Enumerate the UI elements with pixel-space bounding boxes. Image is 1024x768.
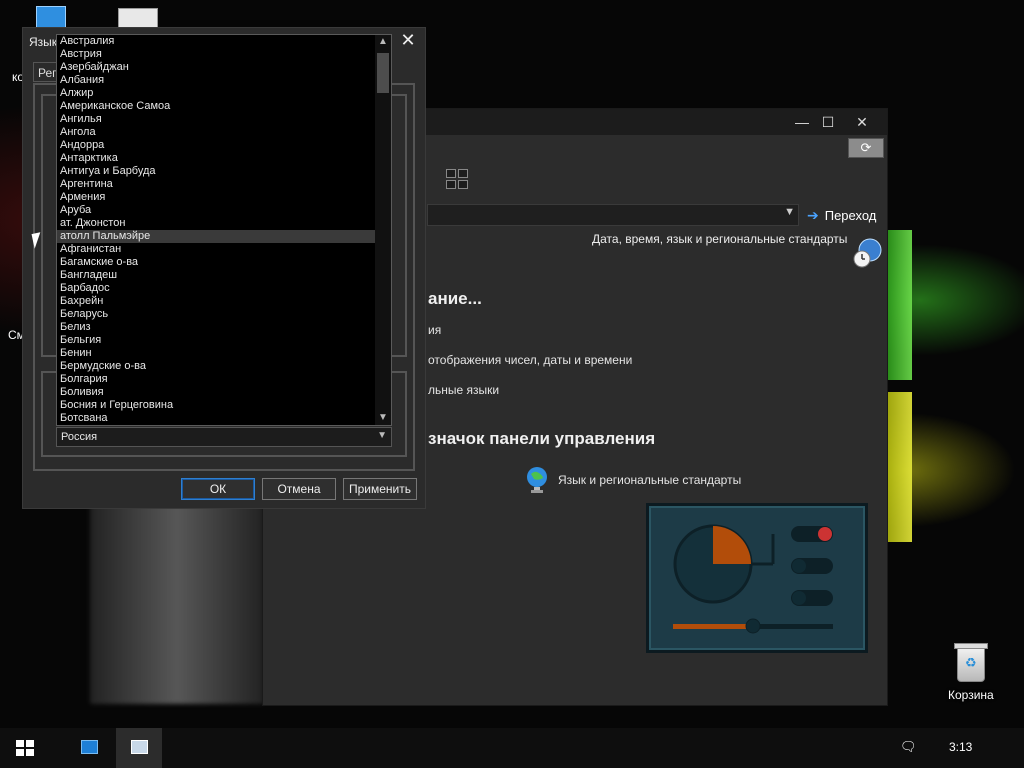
dropdown-item[interactable]: Бахрейн	[57, 295, 391, 308]
chevron-down-icon[interactable]: ▼	[377, 430, 387, 441]
dropdown-item[interactable]: Антигуа и Барбуда	[57, 165, 391, 178]
dropdown-item[interactable]: Антарктика	[57, 152, 391, 165]
scroll-up-icon[interactable]: ▲	[375, 35, 391, 49]
dropdown-item[interactable]: Барбадос	[57, 282, 391, 295]
dropdown-item[interactable]: Ангилья	[57, 113, 391, 126]
dropdown-item[interactable]: Болгария	[57, 373, 391, 386]
desktop-icon-recycle-bin[interactable]: ♻ Корзина	[948, 640, 994, 702]
dropdown-item[interactable]: атолл Пальмэйре	[57, 230, 391, 243]
section-heading: значок панели управления	[428, 429, 656, 448]
scroll-down-icon[interactable]: ▼	[375, 411, 391, 425]
clock-globe-icon	[853, 238, 882, 268]
country-dropdown-list[interactable]: Австралия Австрия Азербайджан Албания Алжир А…	[56, 34, 392, 426]
clock[interactable]: 3:13	[949, 740, 972, 754]
dropdown-item[interactable]: Азербайджан	[57, 61, 391, 74]
region-link[interactable]: Язык и региональные стандарты	[558, 473, 741, 487]
dropdown-item[interactable]: Бермудские о-ва	[57, 360, 391, 373]
dropdown-item[interactable]: Боливия	[57, 386, 391, 399]
wallpaper-yellow-pane	[888, 392, 912, 542]
ok-button[interactable]: ОК	[181, 478, 255, 500]
dropdown-item[interactable]: Австралия	[57, 35, 391, 48]
dropdown-item[interactable]: Босния и Герцеговина	[57, 399, 391, 412]
dropdown-item[interactable]: Ботсвана	[57, 412, 391, 425]
dropdown-item[interactable]: Бенин	[57, 347, 391, 360]
recycle-bin-icon: ♻	[952, 640, 990, 684]
control-panel-taskbar-icon	[131, 740, 148, 754]
recycle-bin-label: Корзина	[948, 688, 994, 702]
dropdown-item[interactable]: ат. Джонстон	[57, 217, 391, 230]
dropdown-item[interactable]: Американское Самоа	[57, 100, 391, 113]
control-panel-illustration	[646, 503, 868, 653]
scrollbar-thumb[interactable]	[377, 53, 389, 93]
dropdown-item[interactable]: Белиз	[57, 321, 391, 334]
close-icon[interactable]: ✕	[847, 112, 877, 132]
dropdown-item[interactable]: Бельгия	[57, 334, 391, 347]
address-bar[interactable]: ▼	[427, 204, 799, 226]
control-panel-icon	[118, 8, 158, 28]
dialog-title: Язык	[29, 35, 58, 49]
start-button[interactable]	[16, 740, 34, 756]
country-select-value: Россия	[61, 431, 98, 443]
dropdown-items: Австралия Австрия Азербайджан Албания Алжир А…	[57, 35, 391, 425]
close-icon[interactable]: ✕	[393, 28, 423, 52]
dropdown-item[interactable]: Албания	[57, 74, 391, 87]
country-select[interactable]: Россия ▼	[56, 427, 392, 447]
wallpaper-green-pane	[888, 230, 912, 380]
dropdown-item[interactable]: Аргентина	[57, 178, 391, 191]
breadcrumb[interactable]: Дата, время, язык и региональные стандар…	[592, 232, 847, 246]
dropdown-item[interactable]: Беларусь	[57, 308, 391, 321]
dropdown-item[interactable]: Ангола	[57, 126, 391, 139]
page-heading: ание...	[428, 289, 482, 308]
globe-icon	[527, 467, 547, 493]
chevron-down-icon[interactable]: ▼	[784, 206, 795, 218]
dropdown-item[interactable]: Армения	[57, 191, 391, 204]
task-link-2[interactable]: отображения чисел, даты и времени	[428, 353, 632, 367]
cancel-button[interactable]: Отмена	[262, 478, 336, 500]
dropdown-item[interactable]: Андорра	[57, 139, 391, 152]
taskbar-app-explorer[interactable]	[66, 728, 112, 768]
refresh-button[interactable]: ⟳	[848, 138, 884, 158]
go-label: Переход	[824, 207, 877, 223]
arrow-right-icon: ➔	[807, 206, 819, 223]
dropdown-item[interactable]: Афганистан	[57, 243, 391, 256]
computer-icon	[36, 6, 66, 28]
dropdown-item[interactable]: Бангладеш	[57, 269, 391, 282]
dropdown-item[interactable]: Австрия	[57, 48, 391, 61]
scrollbar[interactable]: ▲ ▼	[375, 35, 391, 425]
taskbar: 🗨 3:13	[0, 728, 1024, 768]
apply-button[interactable]: Применить	[343, 478, 417, 500]
taskbar-app-control-panel[interactable]	[116, 728, 162, 768]
notification-icon[interactable]: 🗨	[900, 739, 917, 755]
task-link-3[interactable]: льные языки	[428, 383, 499, 397]
desktop-icon-computer[interactable]	[36, 6, 66, 28]
window-icon	[81, 740, 98, 754]
dropdown-item[interactable]: Аруба	[57, 204, 391, 217]
maximize-icon[interactable]: ☐	[813, 112, 843, 132]
desktop-icon-control-panel[interactable]	[118, 8, 158, 28]
dropdown-item[interactable]: Багамские о-ва	[57, 256, 391, 269]
view-grid-icon[interactable]	[446, 169, 468, 189]
task-link-1[interactable]: ия	[428, 323, 441, 337]
go-button[interactable]: ➔ Переход	[807, 205, 876, 225]
dropdown-item[interactable]: Алжир	[57, 87, 391, 100]
blurred-background-window	[90, 500, 264, 704]
